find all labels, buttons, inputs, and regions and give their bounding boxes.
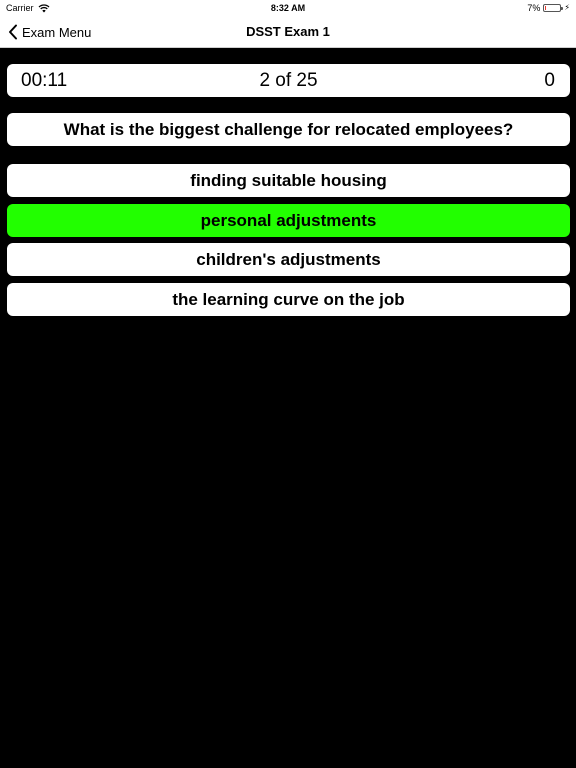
answer-option-1[interactable]: finding suitable housing [7,164,570,197]
battery-icon [543,4,564,12]
chevron-left-icon [9,24,17,40]
answer-option-3[interactable]: children's adjustments [7,243,570,276]
question-progress: 2 of 25 [259,70,318,91]
answer-option-2[interactable]: personal adjustments [7,204,570,237]
score: 0 [544,70,555,91]
exam-info-bar: 00:11 2 of 25 0 [7,64,570,97]
status-right: 7% ⚡ [527,0,570,16]
battery-percent: 7% [527,3,541,13]
battery-fill [545,6,547,10]
back-button[interactable]: Exam Menu [8,16,91,48]
bolt-icon: ⚡ [564,3,570,12]
status-bar: Carrier 8:32 AM 7% ⚡ [0,0,576,16]
answer-option-4[interactable]: the learning curve on the job [7,283,570,316]
question-text: What is the biggest challenge for reloca… [7,113,570,146]
navigation-bar: Exam Menu DSST Exam 1 [0,16,576,48]
status-time: 8:32 AM [270,3,306,13]
back-button-label: Exam Menu [22,24,92,40]
